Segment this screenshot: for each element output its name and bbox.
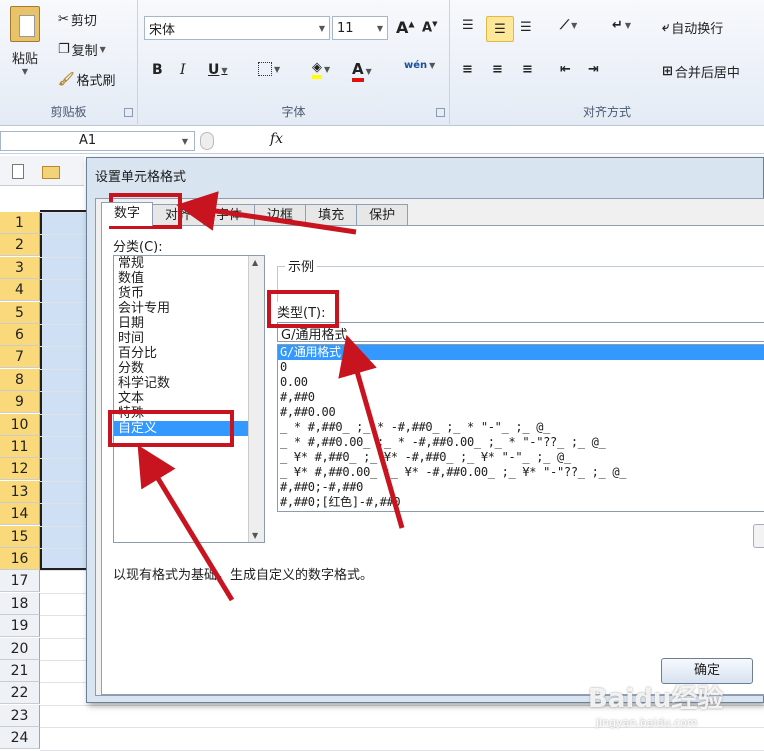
arrow-to-custom-category [137, 444, 235, 602]
arrow-to-type-list [338, 334, 405, 529]
annotation-arrows [137, 191, 405, 602]
watermark-logo: Baidu经验 [588, 684, 724, 714]
arrow-to-number-tab [176, 191, 357, 235]
tab-0[interactable]: 数字 [101, 202, 154, 226]
watermark-url: jingyan.baidu.com [596, 716, 698, 729]
